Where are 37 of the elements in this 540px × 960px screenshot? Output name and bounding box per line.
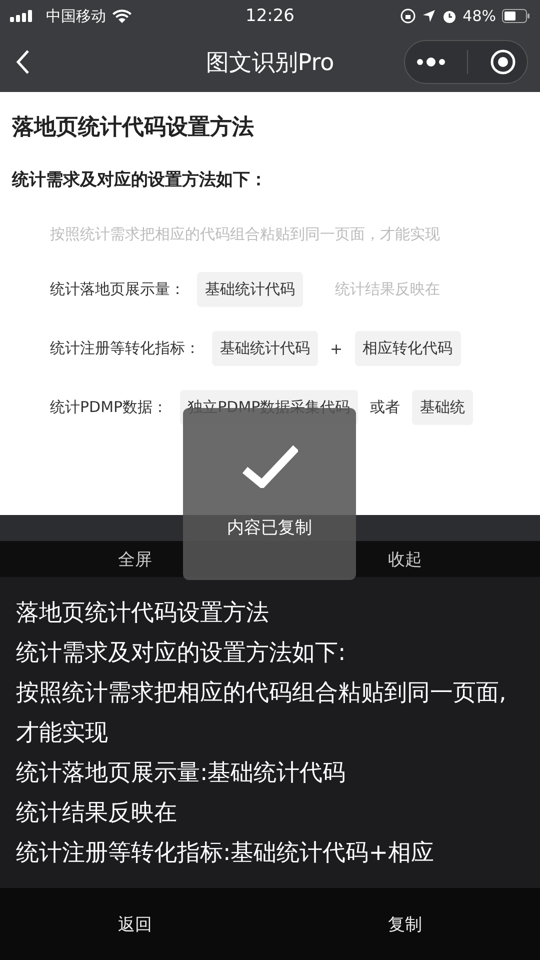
carrier-name: 中国移动 (46, 6, 106, 26)
rotation-lock-icon (400, 8, 416, 24)
alarm-icon (442, 8, 457, 24)
document-subtitle: 统计需求及对应的设置方法如下： (12, 169, 268, 191)
result-line: 统计注册等转化指标:基础统计代码+相应 (16, 839, 436, 868)
back-icon[interactable] (16, 49, 30, 75)
wifi-icon (112, 9, 132, 23)
more-icon[interactable] (416, 57, 446, 67)
panel-action[interactable]: 收起 (388, 548, 422, 570)
bottom-action[interactable]: 返回 (118, 912, 152, 936)
code-tag: 基础统 (412, 390, 474, 425)
document-note: 按照统计需求把相应的代码组合粘贴到同一页面，才能实现 (50, 225, 441, 244)
panel-action[interactable]: 全屏 (118, 548, 152, 570)
location-arrow-icon (422, 9, 436, 23)
result-line: 按照统计需求把相应的代码组合粘贴到同一页面,才能实现 (16, 679, 508, 748)
row-label: 统计注册等转化指标： (50, 339, 200, 358)
result-line: 落地页统计代码设置方法 (16, 599, 270, 628)
document-title: 落地页统计代码设置方法 (12, 114, 255, 142)
toast-text: 内容已复制 (227, 517, 312, 539)
battery-icon (502, 9, 530, 23)
code-tag: 相应转化代码 (354, 331, 461, 366)
check-icon (242, 444, 298, 488)
result-line: 统计结果反映在 (16, 799, 178, 828)
code-tag: 基础统计代码 (197, 272, 303, 307)
close-icon[interactable] (490, 49, 516, 75)
row-label: 统计落地页展示量： (50, 280, 185, 299)
bottom-action[interactable]: 复制 (388, 912, 422, 936)
clock-time: 12:26 (246, 6, 294, 26)
page-title: 图文识别Pro (206, 48, 334, 78)
result-line: 统计需求及对应的设置方法如下: (16, 639, 347, 668)
operator-text: 或者 (370, 398, 400, 417)
operator-text: + (330, 340, 343, 358)
result-line: 统计落地页展示量:基础统计代码 (16, 759, 347, 788)
code-tag: 基础统计代码 (212, 331, 318, 366)
battery-percent: 48% (462, 7, 496, 25)
row-note: 统计结果反映在 (335, 280, 440, 299)
row-label: 统计PDMP数据： (50, 398, 168, 417)
